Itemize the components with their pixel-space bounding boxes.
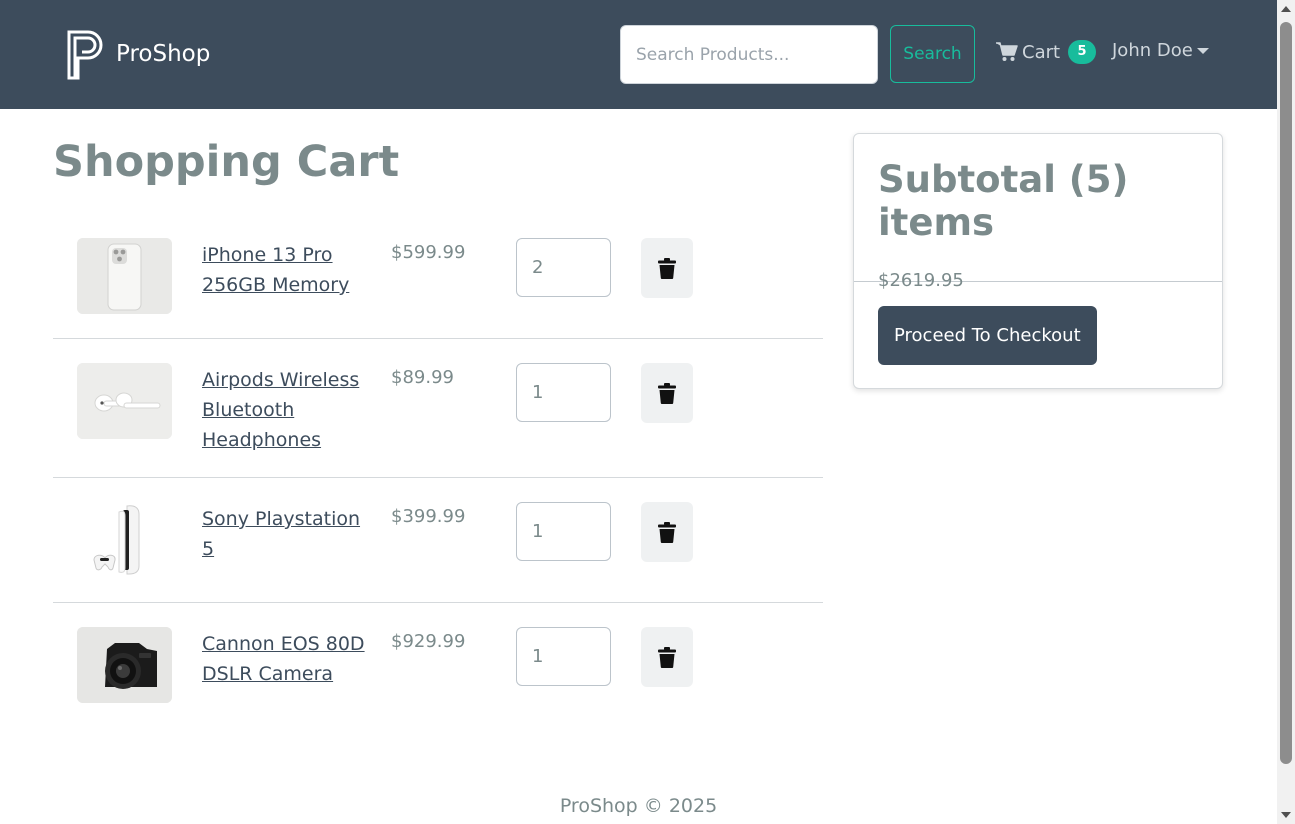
cart-label: Cart xyxy=(1022,41,1061,63)
delete-item-button[interactable] xyxy=(641,363,693,423)
cart-list: iPhone 13 Pro 256GB Memory $599.99 Airpo… xyxy=(53,214,823,728)
user-name: John Doe xyxy=(1112,40,1193,61)
quantity-field[interactable] xyxy=(516,502,611,561)
product-price: $599.99 xyxy=(391,242,466,263)
product-price: $399.99 xyxy=(391,506,466,527)
playstation-icon[interactable] xyxy=(77,502,172,578)
chevron-down-icon xyxy=(1196,47,1209,54)
quantity-field[interactable] xyxy=(516,363,611,422)
product-link[interactable]: iPhone 13 Pro 256GB Memory xyxy=(202,240,367,300)
trash-icon xyxy=(658,646,676,668)
cart-item: Sony Playstation 5 $399.99 xyxy=(53,478,823,603)
camera-icon[interactable] xyxy=(77,627,172,703)
cart-item: Cannon EOS 80D DSLR Camera $929.99 xyxy=(53,603,823,728)
brand-name: ProShop xyxy=(116,41,211,67)
brand-link[interactable]: ProShop xyxy=(66,28,210,80)
airpods-icon[interactable] xyxy=(77,363,172,439)
navbar: ProShop Search Cart 5 John Doe xyxy=(0,0,1277,109)
quantity-field[interactable] xyxy=(516,238,611,297)
proceed-to-checkout-button[interactable]: Proceed To Checkout xyxy=(878,306,1097,365)
iphone-icon[interactable] xyxy=(77,238,172,314)
product-price: $929.99 xyxy=(391,631,466,652)
cart-count-badge: 5 xyxy=(1068,40,1097,64)
shopping-cart-icon xyxy=(996,42,1018,61)
subtotal-title: Subtotal (5) items xyxy=(878,158,1129,244)
scroll-thumb[interactable] xyxy=(1280,22,1292,764)
page-title: Shopping Cart xyxy=(53,137,400,187)
product-link[interactable]: Sony Playstation 5 xyxy=(202,504,367,564)
product-link[interactable]: Airpods Wireless Bluetooth Headphones xyxy=(202,365,367,455)
proshop-logo-icon xyxy=(67,30,103,80)
delete-item-button[interactable] xyxy=(641,502,693,562)
footer-copyright: ProShop © 2025 xyxy=(559,795,718,817)
trash-icon xyxy=(658,521,676,543)
summary-header: Subtotal (5) items $2619.95 xyxy=(854,134,1222,291)
cart-link[interactable]: Cart 5 xyxy=(996,40,1097,64)
delete-item-button[interactable] xyxy=(641,627,693,687)
trash-icon xyxy=(658,257,676,279)
cart-item: iPhone 13 Pro 256GB Memory $599.99 xyxy=(53,214,823,339)
scrollbar[interactable] xyxy=(1277,0,1295,824)
cart-item: Airpods Wireless Bluetooth Headphones $8… xyxy=(53,339,823,478)
product-link[interactable]: Cannon EOS 80D DSLR Camera xyxy=(202,629,367,689)
scroll-down-icon[interactable] xyxy=(1281,812,1291,818)
quantity-field[interactable] xyxy=(516,627,611,686)
order-summary-card: Subtotal (5) items $2619.95 Proceed To C… xyxy=(853,133,1223,389)
trash-icon xyxy=(658,382,676,404)
search-input[interactable] xyxy=(620,25,878,84)
delete-item-button[interactable] xyxy=(641,238,693,298)
product-price: $89.99 xyxy=(391,367,454,388)
search-button[interactable]: Search xyxy=(890,25,975,83)
user-menu-dropdown[interactable]: John Doe xyxy=(1112,40,1209,61)
subtotal-amount: $2619.95 xyxy=(878,270,964,291)
scroll-up-icon[interactable] xyxy=(1281,6,1291,12)
